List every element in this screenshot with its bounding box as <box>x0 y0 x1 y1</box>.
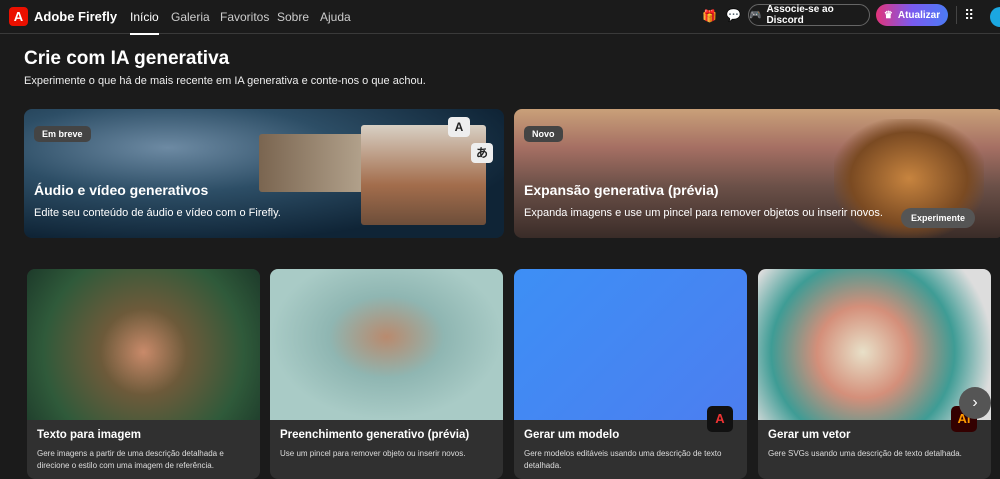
adobe-express-icon: A <box>707 406 733 432</box>
card-image <box>758 269 991 420</box>
crown-icon: ♛ <box>883 9 893 21</box>
nav-galeria[interactable]: Galeria <box>171 10 210 24</box>
card-desc: Gere imagens a partir de uma descrição d… <box>37 449 224 470</box>
nav-sobre[interactable]: Sobre <box>277 10 309 24</box>
chip-japanese: あ <box>471 143 493 163</box>
discord-button[interactable]: 🎮 Associe-se ao Discord <box>748 4 870 26</box>
card-image <box>514 269 747 420</box>
card-image <box>270 269 503 420</box>
upgrade-label: Atualizar <box>897 9 941 21</box>
card-title: Gerar um vetor <box>768 429 851 441</box>
page-subtitle: Experimente o que há de mais recente em … <box>24 75 426 87</box>
adobe-logo-icon[interactable]: A <box>9 7 28 26</box>
banner-audio-video[interactable]: A あ Em breve Áudio e vídeo generativos E… <box>24 109 504 238</box>
card-generate-vector[interactable]: Ai Gerar um vetor Gere SVGs usando uma d… <box>758 269 991 479</box>
discord-icon: 🎮 <box>749 9 762 21</box>
page-title: Crie com IA generativa <box>24 48 230 69</box>
try-button[interactable]: Experimente <box>901 208 976 228</box>
card-generate-template[interactable]: A Gerar um modelo Gere modelos editáveis… <box>514 269 747 479</box>
discord-label: Associe-se ao Discord <box>766 4 834 26</box>
card-title: Gerar um modelo <box>524 429 620 441</box>
card-text-to-image[interactable]: Texto para imagem Gere imagens a partir … <box>27 269 260 479</box>
chip-latin: A <box>448 117 470 137</box>
banner-title: Expansão generativa (prévia) <box>524 182 719 198</box>
card-desc: Gere modelos editáveis usando uma descri… <box>524 449 722 470</box>
banner-desc: Expanda imagens e use um pincel para rem… <box>524 207 883 219</box>
card-desc: Use um pincel para remover objeto ou ins… <box>280 449 466 458</box>
status-badge: Em breve <box>34 126 91 142</box>
card-generative-fill[interactable]: Preenchimento generativo (prévia) Use um… <box>270 269 503 479</box>
status-badge: Novo <box>524 126 563 142</box>
banner-title: Áudio e vídeo generativos <box>34 182 209 198</box>
feedback-icon[interactable]: 💬 <box>726 8 741 22</box>
upgrade-button[interactable]: ♛ Atualizar <box>876 4 948 26</box>
carousel-next-button[interactable]: › <box>959 387 991 419</box>
avatar[interactable] <box>990 7 1000 27</box>
brand-name[interactable]: Adobe Firefly <box>34 9 117 24</box>
card-desc: Gere SVGs usando uma descrição de texto … <box>768 449 962 458</box>
banner-generative-expand[interactable]: Novo Expansão generativa (prévia) Expand… <box>514 109 1000 238</box>
card-title: Texto para imagem <box>37 429 141 441</box>
person-image <box>361 125 486 225</box>
top-nav: A Adobe Firefly Início Galeria Favoritos… <box>0 0 1000 35</box>
nav-inicio[interactable]: Início <box>130 10 159 35</box>
card-image <box>27 269 260 420</box>
divider <box>956 6 957 24</box>
card-title: Preenchimento generativo (prévia) <box>280 429 470 441</box>
nav-ajuda[interactable]: Ajuda <box>320 10 351 24</box>
gift-icon[interactable]: 🎁 <box>702 9 717 23</box>
banner-desc: Edite seu conteúdo de áudio e vídeo com … <box>34 207 281 219</box>
nav-favoritos[interactable]: Favoritos <box>220 10 269 24</box>
apps-grid-icon[interactable]: ⠿ <box>964 7 974 24</box>
video-preview-image <box>259 134 374 192</box>
